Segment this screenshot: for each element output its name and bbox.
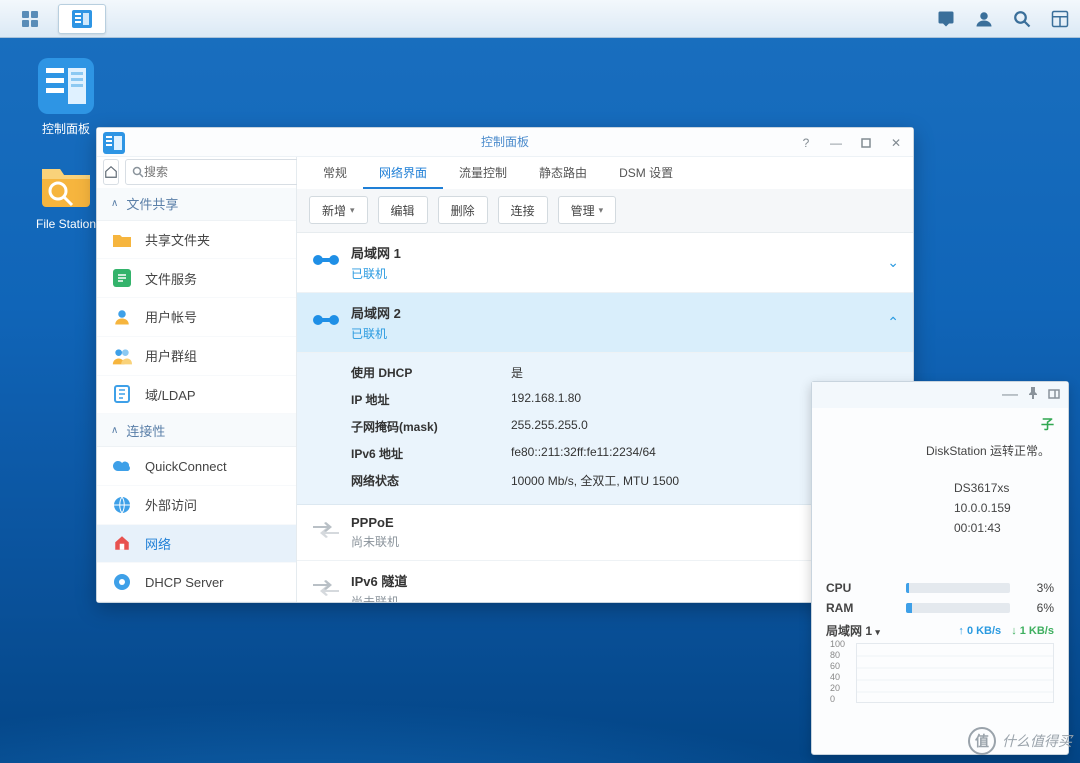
taskbar-search-icon[interactable]: [1008, 5, 1036, 33]
user-icon: [111, 306, 133, 328]
window-app-icon: [103, 132, 125, 154]
caret-down-icon: ▾: [875, 627, 880, 637]
interface-name: 局域网 1: [351, 243, 887, 262]
chart-y-ticks: 100 80 60 40 20 0: [830, 639, 845, 705]
taskbar-main-menu[interactable]: [6, 4, 54, 34]
watermark: 值 什么值得买: [968, 727, 1072, 755]
caret-down-icon: ▾: [350, 205, 355, 216]
new-button[interactable]: 新增▾: [309, 196, 368, 224]
ram-percent: 6%: [1020, 601, 1054, 615]
widget-uptime: 00:01:43: [826, 518, 1054, 538]
widget-minimize-icon[interactable]: —: [1002, 386, 1018, 404]
interface-name: PPPoE: [351, 515, 887, 530]
interface-status: 尚未联机: [351, 593, 887, 602]
interface-status: 尚未联机: [351, 533, 887, 550]
net-interface-dropdown[interactable]: 局域网 1 ▾: [826, 622, 880, 639]
network-icon: [111, 532, 133, 554]
chevron-up-icon: ∧: [111, 198, 118, 209]
interface-row-lan1[interactable]: 局域网 1 已联机 ⌄: [297, 233, 913, 293]
station-status: DiskStation 运转正常。: [826, 439, 1054, 462]
sidebar-item-quickconnect[interactable]: QuickConnect: [97, 447, 296, 486]
widget-dock-icon[interactable]: [1048, 386, 1060, 404]
model-name: DS3617xs: [826, 478, 1054, 498]
sidebar-item-network[interactable]: 网络: [97, 525, 296, 564]
window-minimize-icon[interactable]: —: [825, 132, 847, 154]
home-button[interactable]: [103, 159, 119, 185]
control-panel-window: 控制面板 ? — ✕ ∧ 文件共享: [96, 127, 914, 603]
category-file-share[interactable]: ∧ 文件共享: [97, 188, 296, 221]
desktop-icon-label: File Station: [26, 217, 106, 231]
category-connectivity[interactable]: ∧ 连接性: [97, 414, 296, 447]
cpu-bar: [906, 583, 1010, 593]
ram-label: RAM: [826, 601, 896, 615]
search-box[interactable]: [125, 159, 306, 185]
arrows-icon: [311, 580, 341, 601]
widget-ip: 10.0.0.159: [826, 498, 1054, 518]
window-help-icon[interactable]: ?: [795, 132, 817, 154]
manage-button[interactable]: 管理▾: [558, 196, 617, 224]
chevron-up-icon: ⌃: [887, 314, 899, 331]
file-service-icon: [111, 267, 133, 289]
tab-general[interactable]: 常规: [307, 157, 363, 189]
window-close-icon[interactable]: ✕: [885, 132, 907, 154]
link-icon: [311, 253, 341, 272]
desktop-icon-label: 控制面板: [26, 120, 106, 137]
cpu-label: CPU: [826, 581, 896, 595]
window-titlebar[interactable]: 控制面板 ? — ✕: [97, 128, 913, 157]
window-maximize-icon[interactable]: [855, 132, 877, 154]
taskbar: [0, 0, 1080, 38]
toolbar: 新增▾ 编辑 删除 连接 管理▾: [297, 189, 913, 233]
sidebar-item-external-access[interactable]: 外部访问: [97, 486, 296, 525]
ram-bar: [906, 603, 1010, 613]
tab-static-route[interactable]: 静态路由: [523, 157, 603, 189]
sidebar-item-user-account[interactable]: 用户帐号: [97, 298, 296, 337]
interface-row-lan2[interactable]: 局域网 2 已联机 ⌃: [297, 293, 913, 353]
desktop-icon-control-panel[interactable]: 控制面板: [26, 58, 106, 137]
delete-button[interactable]: 删除: [438, 196, 488, 224]
tab-dsm-settings[interactable]: DSM 设置: [603, 157, 689, 189]
control-panel-sidebar: ∧ 文件共享 共享文件夹 文件服务 用户帐号 用户群组 域/LDAP: [97, 157, 297, 602]
tab-network-interface[interactable]: 网络界面: [363, 157, 443, 189]
tab-traffic-control[interactable]: 流量控制: [443, 157, 523, 189]
globe-icon: [111, 494, 133, 516]
sidebar-item-file-service[interactable]: 文件服务: [97, 259, 296, 298]
sidebar-item-user-group[interactable]: 用户群组: [97, 337, 296, 376]
link-icon: [311, 313, 341, 332]
cpu-percent: 3%: [1020, 581, 1054, 595]
sidebar-item-shared-folder[interactable]: 共享文件夹: [97, 221, 296, 260]
group-icon: [111, 345, 133, 367]
desktop-icon-file-station[interactable]: File Station: [26, 155, 106, 231]
connect-button[interactable]: 连接: [498, 196, 548, 224]
chevron-up-icon: ∧: [111, 425, 118, 436]
network-chart: [856, 643, 1054, 703]
upload-speed: ↑ 0 KB/s: [958, 625, 1001, 637]
arrows-icon: [311, 522, 341, 543]
tab-bar: 常规 网络界面 流量控制 静态路由 DSM 设置: [297, 157, 913, 189]
caret-down-icon: ▾: [599, 205, 604, 216]
chevron-down-icon: ⌄: [887, 254, 899, 271]
search-input[interactable]: [144, 165, 299, 179]
taskbar-chat-icon[interactable]: [932, 5, 960, 33]
cloud-icon: [111, 455, 133, 477]
sidebar-item-domain-ldap[interactable]: 域/LDAP: [97, 376, 296, 415]
taskbar-control-panel[interactable]: [58, 4, 106, 34]
taskbar-user-icon[interactable]: [970, 5, 998, 33]
window-title: 控制面板: [481, 133, 529, 150]
taskbar-widgets-icon[interactable]: [1046, 5, 1074, 33]
edit-button[interactable]: 编辑: [378, 196, 428, 224]
folder-icon: [111, 229, 133, 251]
interface-status: 已联机: [351, 265, 887, 282]
interface-status: 已联机: [351, 325, 887, 342]
sidebar-item-dhcp-server[interactable]: DHCP Server: [97, 563, 296, 602]
search-icon: [132, 166, 144, 178]
partial-char: 子: [826, 414, 1054, 439]
download-speed: ↓ 1 KB/s: [1011, 625, 1054, 637]
interface-name: IPv6 隧道: [351, 571, 887, 590]
ldap-icon: [111, 383, 133, 405]
dhcp-icon: [111, 571, 133, 593]
widget-pin-icon[interactable]: [1028, 386, 1038, 404]
interface-name: 局域网 2: [351, 303, 887, 322]
resource-widget: — 子 DiskStation 运转正常。 DS3617xs 10.0.0.15…: [811, 381, 1069, 755]
